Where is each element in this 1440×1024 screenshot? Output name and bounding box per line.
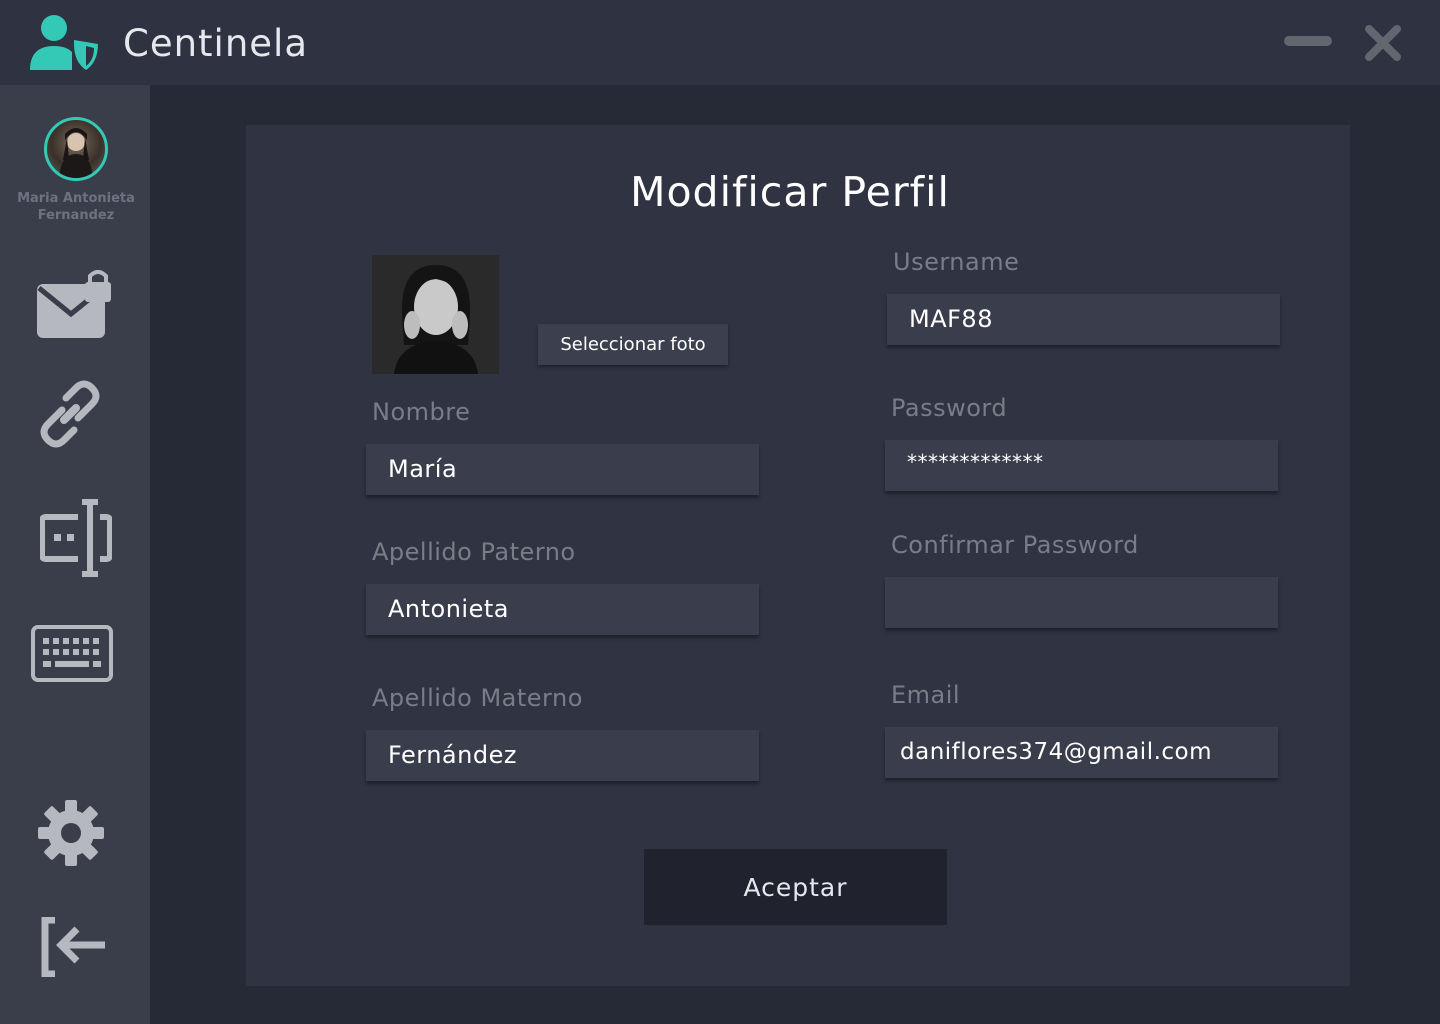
logout-icon[interactable] (41, 917, 107, 977)
apellido-materno-field[interactable]: Fernández (366, 730, 759, 781)
secure-mail-icon[interactable] (37, 270, 113, 340)
apellido-paterno-label: Apellido Paterno (372, 538, 576, 566)
title-bar: Centinela (0, 0, 1440, 85)
app-title: Centinela (123, 22, 309, 65)
keyboard-icon[interactable] (31, 625, 113, 682)
page-title: Modificar Perfil (630, 168, 950, 216)
apellido-paterno-field[interactable]: Antonieta (366, 584, 759, 635)
password-field[interactable]: ************* (885, 440, 1278, 491)
password-label: Password (891, 394, 1008, 422)
nombre-label: Nombre (372, 398, 471, 426)
minimize-icon[interactable] (1284, 36, 1332, 48)
accept-button[interactable]: Aceptar (644, 849, 947, 925)
confirm-password-label: Confirmar Password (891, 531, 1139, 559)
email-label: Email (891, 681, 961, 709)
close-icon[interactable] (1364, 24, 1402, 62)
apellido-materno-label: Apellido Materno (372, 684, 583, 712)
profile-photo-image (372, 255, 499, 374)
email-field[interactable]: daniflores374@gmail.com (885, 727, 1278, 778)
select-photo-button[interactable]: Seleccionar foto (538, 324, 728, 365)
profile-photo (372, 255, 499, 374)
nombre-field[interactable]: María (366, 444, 759, 495)
username-label: Username (893, 248, 1020, 276)
link-icon[interactable] (34, 378, 106, 450)
settings-gear-icon[interactable] (38, 800, 104, 866)
user-shield-icon (30, 15, 98, 70)
confirm-password-field[interactable] (885, 577, 1278, 628)
text-input-icon[interactable] (40, 499, 112, 577)
username-field[interactable]: MAF88 (887, 294, 1280, 345)
